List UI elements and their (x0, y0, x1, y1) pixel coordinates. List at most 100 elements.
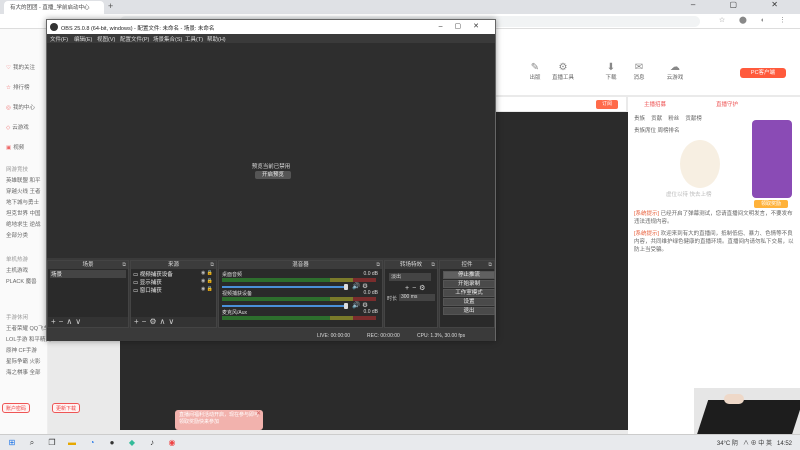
visibility-lock-icon[interactable]: ◉ 🔒 (201, 278, 213, 284)
visibility-lock-icon[interactable]: ◉ 🔒 (201, 270, 213, 276)
tab-fans[interactable]: 粉丝 (668, 116, 679, 122)
chrome-icon[interactable]: ◉ (166, 437, 178, 448)
sidebar-link[interactable]: 穿越火线 王者 (6, 187, 41, 195)
obs-logo-icon (50, 23, 58, 31)
toolbar-live-tools[interactable]: ⚙ 直播工具 (548, 62, 578, 81)
scenes-toolbar[interactable]: +−∧∨ (48, 317, 128, 327)
menu-profile[interactable]: 配置文件(P) (120, 35, 149, 43)
menu-view[interactable]: 视图(V) (97, 35, 115, 43)
duration-label: 时长 (387, 296, 398, 302)
subscribe-button[interactable]: 订阅 (596, 100, 618, 109)
source-item[interactable]: ▭ 视频捕获设备 ◉ 🔒 (133, 270, 213, 278)
toolbar-publish[interactable]: ✎ 出版 (520, 62, 550, 81)
sidebar-link[interactable]: 全部分类 (6, 231, 28, 239)
scene-item[interactable]: 场景 (50, 270, 126, 278)
source-item[interactable]: ▭ 显示捕获 ◉ 🔒 (133, 278, 213, 286)
tab-recruit[interactable]: 主播招募 (644, 100, 666, 108)
file-explorer-icon[interactable]: ▬ (66, 437, 78, 448)
obs-taskbar-icon[interactable]: ● (106, 437, 118, 448)
obs-preview[interactable]: 预览当前已禁用 开启预览 (47, 43, 495, 258)
sidebar-item-label: 云游戏 (12, 125, 29, 131)
sidebar-item-video[interactable]: ▣ 视频 (6, 143, 24, 151)
award-banner[interactable] (752, 120, 792, 198)
tab-guard[interactable]: 直播守护 (716, 100, 738, 108)
sidebar-link[interactable]: 英雄联盟 和平 (6, 176, 41, 184)
pc-client-button[interactable]: PC客户端 (740, 68, 786, 78)
tiktok-icon[interactable]: ♪ (146, 437, 158, 448)
undock-icon[interactable]: ⧉ (210, 261, 214, 269)
transition-select[interactable]: 淡出 (389, 273, 431, 281)
enable-preview-button[interactable]: 开启预览 (255, 171, 291, 179)
volume-slider[interactable]: 🔊⚙ (222, 301, 380, 309)
speaker-gear-icon[interactable]: 🔊⚙ (352, 282, 370, 290)
claim-reward-button[interactable]: 领取奖励 (754, 200, 788, 208)
update-download-button[interactable]: 更新下载 (52, 403, 81, 413)
visibility-lock-icon[interactable]: ◉ 🔒 (201, 286, 213, 292)
obs-title-bar[interactable]: OBS 25.0.8 (64-bit, windows) - 配置文件: 未命名… (47, 20, 495, 34)
sources-toolbar[interactable]: +−⚙∧∨ (131, 317, 216, 327)
windows-start-icon[interactable]: ⊞ (6, 437, 18, 448)
system-tray[interactable]: 34°C 阴 ∧ ⊕ 中 英 14:52 (717, 438, 792, 447)
sidebar-link[interactable]: 坦克世界 中国 (6, 209, 41, 217)
sidebar-link[interactable]: 星际争霸 火影 (6, 357, 41, 365)
menu-edit[interactable]: 编辑(E) (74, 35, 92, 43)
tab-contrib[interactable]: 贡献 (651, 116, 662, 122)
undock-icon[interactable]: ⧉ (122, 261, 126, 269)
new-tab-button[interactable]: + (108, 1, 113, 11)
task-view-icon[interactable]: ❐ (46, 437, 58, 448)
extension-icons[interactable]: ☆ ⬤ ◐ ⋮ (719, 16, 792, 24)
undock-icon[interactable]: ⧉ (431, 261, 435, 269)
sidebar-item-center[interactable]: ◎ 我的中心 (6, 103, 35, 111)
sidebar-link[interactable]: 原神 CF手游 (6, 346, 37, 354)
sidebar-link[interactable]: LOL手游 和平精英 (6, 335, 51, 343)
toolbar-label: 出版 (529, 75, 541, 81)
browser-window-controls[interactable]: – ▢ ✕ (691, 0, 794, 9)
menu-file[interactable]: 文件(F) (50, 35, 68, 43)
tools-icon: ⚙ (558, 62, 568, 73)
browser-tab-title: 有大的团团 - 直播_学前启动中心 (10, 5, 90, 11)
menu-tools[interactable]: 工具(T) (185, 35, 203, 43)
tray-icons[interactable]: ∧ ⊕ 中 英 (743, 441, 772, 447)
undock-icon[interactable]: ⧉ (376, 261, 380, 269)
exit-button[interactable]: 退出 (443, 307, 495, 315)
app-icon[interactable]: ◆ (126, 437, 138, 448)
sidebar-link[interactable]: 主机游戏 (6, 266, 28, 274)
obs-window-controls[interactable]: –▢✕ (439, 22, 491, 30)
duration-input[interactable]: 300 ms (399, 294, 435, 301)
toolbar-cloud-game[interactable]: ☁ 云游戏 (660, 62, 690, 81)
transition-controls[interactable]: +−⚙ (405, 284, 428, 292)
tab-noble[interactable]: 贵族 (634, 116, 645, 122)
menu-scene-collection[interactable]: 场景集合(S) (153, 35, 182, 43)
toolbar-message[interactable]: ✉ 消息 (624, 62, 654, 81)
sidebar-link[interactable]: 王者荣耀 QQ飞车 (6, 324, 49, 332)
account-button[interactable]: 账户密码 (2, 403, 31, 413)
tab-contrib-rank[interactable]: 贡献榜 (685, 116, 702, 122)
settings-button[interactable]: 设置 (443, 298, 495, 306)
search-icon[interactable]: ⌕ (26, 437, 38, 448)
sidebar-link[interactable]: 绝地求生 逆战 (6, 220, 41, 228)
sidebar-item-follow[interactable]: ♡ 我的关注 (6, 63, 35, 71)
menu-help[interactable]: 帮助(H) (207, 35, 226, 43)
circle-icon: ◎ (6, 105, 11, 111)
sidebar-link[interactable]: PLACK 魔兽 (6, 277, 37, 285)
noble-seat-label: 贵族席位 周榜排名 (634, 128, 680, 134)
close-icon[interactable]: ✕ (256, 410, 261, 417)
stop-streaming-button[interactable]: 停止推流 (443, 271, 495, 279)
sidebar-group-title: 手游休闲 (6, 315, 29, 321)
speaker-gear-icon[interactable]: 🔊⚙ (352, 301, 370, 309)
promo-toast[interactable]: 直播间福利活动开启，现在参与即可领取奖励快来参加 (175, 410, 263, 430)
source-item[interactable]: ▭ 窗口捕获 ◉ 🔒 (133, 286, 213, 294)
toolbar-download[interactable]: ⬇ 下载 (596, 62, 626, 81)
sidebar-link[interactable]: 海之棋事 全部 (6, 368, 41, 376)
toolbar-label: 云游戏 (666, 75, 684, 81)
edge-icon[interactable]: ◔ (86, 437, 98, 448)
sidebar-group-title: 网游竞技 (6, 167, 29, 173)
sidebar-item-cloud-game[interactable]: ◇ 云游戏 (6, 123, 29, 131)
studio-mode-button[interactable]: 工作室模式 (443, 289, 495, 297)
sidebar-link[interactable]: 地下城与勇士 (6, 198, 39, 206)
browser-tab[interactable]: 有大的团团 - 直播_学前启动中心 (4, 1, 104, 14)
start-recording-button[interactable]: 开始录制 (443, 280, 495, 288)
undock-icon[interactable]: ⧉ (488, 261, 492, 269)
sidebar-item-rank[interactable]: ☆ 排行榜 (6, 83, 29, 91)
volume-slider[interactable]: 🔊⚙ (222, 282, 380, 290)
